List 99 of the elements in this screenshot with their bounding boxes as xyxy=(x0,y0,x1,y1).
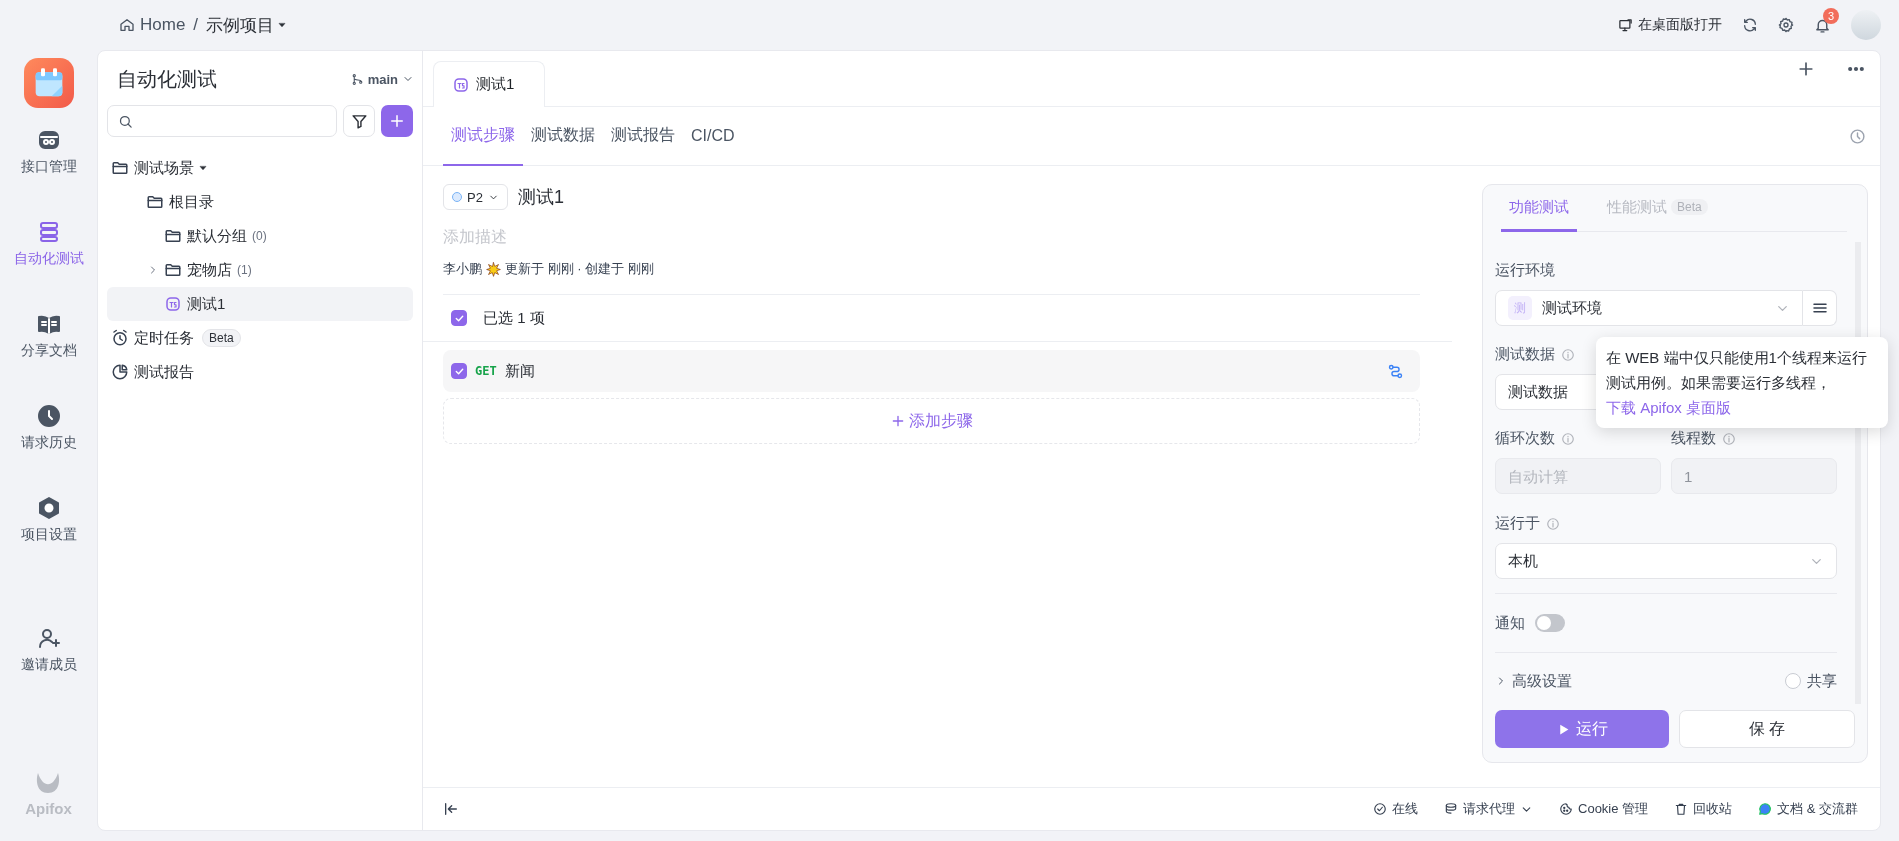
filter-button[interactable] xyxy=(343,105,375,137)
field-label: 运行环境 xyxy=(1495,261,1555,280)
filter-icon xyxy=(350,112,368,130)
clock-icon xyxy=(36,404,61,428)
status-bar-item[interactable]: 请求代理 xyxy=(1444,800,1533,818)
document-tab[interactable]: 测试1 xyxy=(433,61,546,107)
plus-icon xyxy=(388,112,406,130)
environment-badge: 测 xyxy=(1508,296,1532,320)
checkbox[interactable] xyxy=(451,363,467,379)
priority-selector[interactable]: P2 xyxy=(443,184,508,210)
hexagon-icon xyxy=(36,496,61,520)
open-in-desktop-link[interactable]: 在桌面版打开 xyxy=(1618,16,1722,34)
tab[interactable]: 测试步骤 xyxy=(443,107,523,166)
selection-count: 已选 1 项 xyxy=(483,308,545,328)
tree-section[interactable]: 测试报告 xyxy=(107,355,413,389)
collapse-sidebar-icon[interactable] xyxy=(443,801,459,817)
tree-item[interactable]: 测试1 xyxy=(107,287,413,321)
app-logo xyxy=(23,58,74,108)
timestamps: 更新于 刚刚 · 创建于 刚刚 xyxy=(505,260,654,278)
check-circle-icon xyxy=(1373,802,1387,816)
field-label: 测试数据 xyxy=(1495,345,1555,364)
search-icon xyxy=(118,113,133,129)
notification-count-badge: 3 xyxy=(1823,7,1839,24)
folder-icon xyxy=(164,261,182,279)
run-on-select[interactable]: 本机 xyxy=(1495,543,1837,579)
status-bar-item[interactable]: 文档 & 交流群 xyxy=(1758,800,1858,818)
notification-toggle[interactable] xyxy=(1535,614,1565,632)
field-label: 循环次数 xyxy=(1495,429,1555,448)
tab[interactable]: 测试数据 xyxy=(523,107,603,166)
tooltip-text: 在 WEB 端中仅只能使用1个线程来运行测试用例。如果需要运行多线程， xyxy=(1606,349,1867,391)
scenario-title: 测试1 xyxy=(517,186,564,209)
tab[interactable]: 功能测试 xyxy=(1501,185,1577,232)
tab[interactable]: CI/CD xyxy=(683,107,743,166)
environment-select[interactable]: 测 测试环境 xyxy=(1495,290,1803,326)
tree-section[interactable]: 测试场景 xyxy=(107,151,413,185)
home-icon xyxy=(119,17,135,33)
field-label: 通知 xyxy=(1495,613,1525,633)
download-desktop-link[interactable]: 下载 Apifox 桌面版 xyxy=(1606,399,1732,416)
environment-menu-button[interactable] xyxy=(1803,290,1837,326)
tree-item[interactable]: 默认分组 (0) xyxy=(107,219,413,253)
nav-item[interactable]: 自动化测试 xyxy=(13,220,84,312)
save-button[interactable]: 保 存 xyxy=(1679,710,1855,748)
trash-icon xyxy=(1674,802,1689,816)
folder-icon xyxy=(146,193,164,211)
panel-title: 自动化测试 xyxy=(117,66,218,92)
brand-name: Apifox xyxy=(25,800,72,817)
tree-item[interactable]: 宠物店 (1) xyxy=(107,253,413,287)
tree-item[interactable]: 根目录 xyxy=(107,185,413,219)
invite-member-button[interactable]: 邀请成员 xyxy=(20,626,77,718)
test-case-icon xyxy=(452,75,470,94)
database-icon xyxy=(1444,802,1458,816)
step-name: 新闻 xyxy=(504,361,536,381)
author-name: 李小鹏 xyxy=(443,260,482,278)
step-row[interactable]: GET 新闻 xyxy=(443,350,1420,392)
settings-icon[interactable] xyxy=(1778,17,1794,33)
folder-icon xyxy=(164,227,182,245)
refresh-icon[interactable] xyxy=(1742,17,1758,33)
tab[interactable]: 测试报告 xyxy=(603,107,683,166)
beta-badge: Beta xyxy=(202,329,241,347)
tree-section[interactable]: 定时任务 Beta xyxy=(107,321,413,355)
history-icon[interactable] xyxy=(1849,127,1866,145)
nav-item[interactable]: 分享文档 xyxy=(20,312,77,404)
api-icon xyxy=(36,128,61,152)
search-field[interactable] xyxy=(107,105,337,137)
burst-icon xyxy=(486,261,501,277)
http-method: GET xyxy=(475,364,497,378)
run-button[interactable]: 运行 xyxy=(1495,710,1669,748)
share-checkbox[interactable] xyxy=(1785,673,1801,689)
pie-chart-icon xyxy=(111,363,129,381)
field-label: 运行于 xyxy=(1495,514,1540,533)
status-bar-item[interactable]: 在线 xyxy=(1373,800,1418,818)
priority-dot-icon xyxy=(452,192,462,202)
advanced-settings-toggle[interactable]: 高级设置 xyxy=(1495,671,1572,691)
share-label: 共享 xyxy=(1807,671,1837,691)
add-step-button[interactable]: 添加步骤 xyxy=(443,398,1420,444)
nav-item[interactable]: 项目设置 xyxy=(20,496,77,588)
route-icon[interactable] xyxy=(1387,362,1404,380)
project-switcher[interactable]: 示例项目 xyxy=(206,13,287,37)
chat-bubble-icon xyxy=(1758,802,1773,816)
plus-icon xyxy=(890,413,906,429)
caret-icon xyxy=(278,21,287,29)
cookie-icon xyxy=(1559,802,1573,816)
nav-item[interactable]: 接口管理 xyxy=(20,128,77,220)
branch-icon xyxy=(350,72,364,86)
home-link[interactable]: Home xyxy=(119,15,186,35)
checkbox[interactable] xyxy=(451,310,467,326)
test-case-icon xyxy=(164,295,182,313)
beta-badge: Beta xyxy=(1671,199,1708,215)
status-bar-item[interactable]: 回收站 xyxy=(1674,800,1733,818)
add-button[interactable] xyxy=(381,105,413,137)
breadcrumb-separator: / xyxy=(193,15,199,35)
field-label: 线程数 xyxy=(1671,429,1716,448)
nav-item[interactable]: 请求历史 xyxy=(20,404,77,496)
alarm-clock-icon xyxy=(111,329,129,347)
user-plus-icon xyxy=(36,626,61,650)
status-bar-item[interactable]: Cookie 管理 xyxy=(1559,800,1649,818)
branch-selector[interactable]: main xyxy=(350,71,414,87)
caret-icon xyxy=(199,164,207,172)
external-monitor-icon xyxy=(1618,17,1633,33)
